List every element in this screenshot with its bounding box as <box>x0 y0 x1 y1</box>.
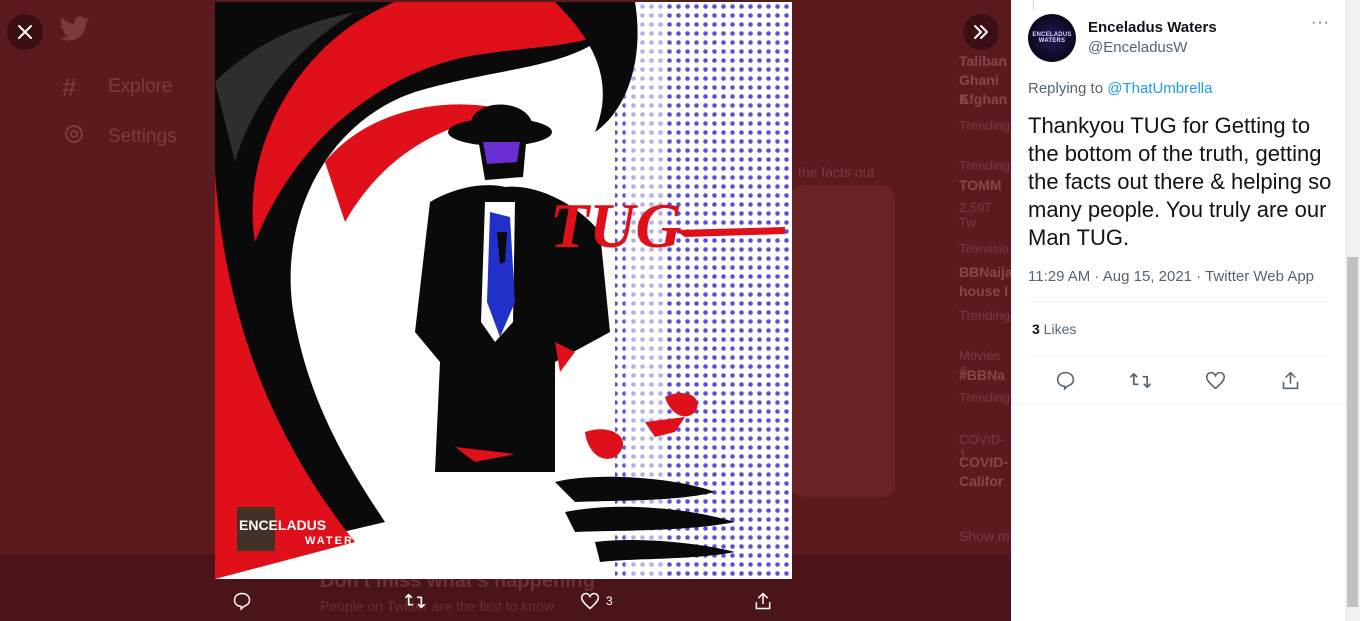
bg-trend3-meta: Trending <box>959 308 1010 323</box>
more-options-icon[interactable]: ··· <box>1311 14 1330 32</box>
tweet-action-bar <box>1011 366 1345 394</box>
retweet-icon <box>1129 372 1151 388</box>
bg-trend1-c: Afghan <box>959 91 1008 107</box>
likes-label: Likes <box>1039 321 1077 337</box>
share-icon <box>755 592 771 610</box>
bg-trend3-b: house I <box>959 283 1009 299</box>
poster-brand-line1: ENCELADUS <box>239 517 326 533</box>
bg-trend5-b: Califor <box>959 473 1004 489</box>
likes-count: 3 <box>1032 321 1040 337</box>
bg-trend1-meta: Trending <box>959 118 1010 133</box>
retweet-button[interactable] <box>1126 366 1154 394</box>
share-button[interactable] <box>1276 366 1304 394</box>
bg-trend3-a: BBNaija <box>959 264 1011 280</box>
bg-trend2: TOMM <box>959 177 1002 193</box>
scrollbar[interactable] <box>1345 0 1360 621</box>
background-card <box>790 185 895 497</box>
divider <box>1028 301 1329 302</box>
image-share-button[interactable] <box>753 591 773 611</box>
bg-trend4: #BBNa <box>959 367 1005 383</box>
retweet-icon <box>405 593 425 609</box>
image-reply-button[interactable] <box>232 591 252 611</box>
reply-button[interactable] <box>1051 366 1079 394</box>
share-icon <box>1282 371 1298 389</box>
tweet-image[interactable]: TUG ENCELADUS WATERS LIFE LIVING MINING <box>215 2 792 579</box>
scrollbar-thumb[interactable] <box>1347 257 1358 607</box>
double-chevron-right-icon <box>974 25 988 39</box>
likes-count-link[interactable]: 3 Likes <box>1032 321 1076 337</box>
thread-line <box>1033 0 1034 10</box>
reply-icon <box>233 592 251 611</box>
bg-show-more: Show m <box>959 528 1010 544</box>
bg-fragment-facts: the facts out <box>798 164 875 180</box>
bg-trend1-a: Taliban <box>959 53 1007 69</box>
image-retweet-button[interactable] <box>404 591 426 611</box>
replying-prefix: Replying to <box>1028 80 1108 97</box>
explore-hashtag-icon: # <box>62 72 77 102</box>
image-like-count: 3 <box>606 594 613 608</box>
like-button[interactable] <box>1201 366 1229 394</box>
heart-icon <box>580 592 600 610</box>
tweet-text: Thankyou TUG for Getting to the bottom o… <box>1028 113 1332 250</box>
bg-trend3-cat: Televisio <box>959 241 1009 256</box>
bg-trend4-meta: Trending <box>959 390 1010 405</box>
avatar[interactable]: ENCELADUS WATERS <box>1028 14 1076 62</box>
bg-trend2-cat: Trending <box>959 158 1010 173</box>
divider <box>1028 355 1329 356</box>
tweet-detail-panel: ENCELADUS WATERS Enceladus Waters @Encel… <box>1011 0 1360 621</box>
nav-settings: Settings <box>108 126 177 147</box>
author-handle[interactable]: @EnceladusW <box>1088 39 1187 56</box>
image-action-bar: 3 <box>0 585 1011 621</box>
reply-icon <box>1056 371 1074 391</box>
author-name[interactable]: Enceladus Waters <box>1088 19 1217 36</box>
settings-gear-icon <box>62 122 86 151</box>
poster-brand-tag: LIFE LIVING MINING <box>323 554 381 560</box>
replying-to-link[interactable]: @ThatUmbrella <box>1107 80 1212 97</box>
bg-trend2-meta: 2,597 Tw <box>959 200 992 230</box>
poster-brand-line2: WATERS <box>305 535 363 547</box>
nav-explore: Explore <box>108 76 173 97</box>
tweet-timestamp[interactable]: 11:29 AM · Aug 15, 2021 · Twitter Web Ap… <box>1028 268 1314 285</box>
close-button[interactable] <box>7 14 43 50</box>
toggle-sidebar-button[interactable] <box>963 14 999 50</box>
twitter-logo-icon <box>59 16 90 42</box>
heart-icon <box>1205 371 1225 389</box>
divider <box>1011 403 1345 404</box>
poster-title: TUG <box>550 190 682 261</box>
image-like-button[interactable]: 3 <box>580 591 613 611</box>
replying-to: Replying to @ThatUmbrella <box>1028 80 1212 97</box>
close-icon <box>18 25 32 39</box>
bg-trend5-a: COVID- <box>959 454 1008 470</box>
avatar-text-line2: WATERS <box>1038 38 1066 44</box>
